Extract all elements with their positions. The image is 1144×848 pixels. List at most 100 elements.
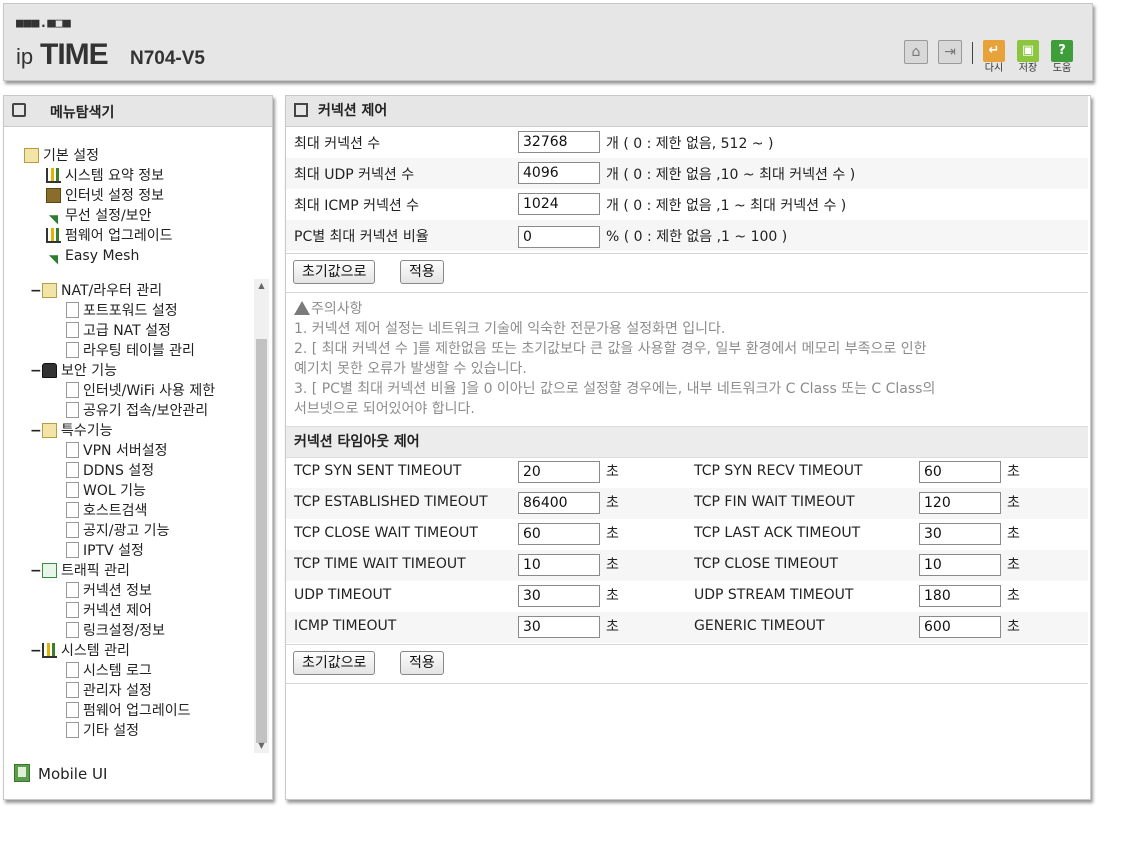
reset-button[interactable]: 초기값으로 xyxy=(293,260,376,284)
tree-security[interactable]: − 보안 기능 xyxy=(30,361,117,381)
max-icmp-connection-input[interactable] xyxy=(518,193,600,215)
brand-time: TIME xyxy=(40,38,109,71)
tree-system[interactable]: − 시스템 관리 xyxy=(30,641,130,661)
page-icon xyxy=(66,342,79,358)
collapse-toggle[interactable]: − xyxy=(30,281,42,301)
tree-item-wol[interactable]: WOL 기능 xyxy=(66,481,146,501)
tree-item-host-search[interactable]: 호스트검색 xyxy=(66,501,147,521)
tree-item-admin-settings[interactable]: 관리자 설정 xyxy=(66,681,152,701)
tree-item-routing-table[interactable]: 라우팅 테이블 관리 xyxy=(66,341,195,361)
tree-item-firmware[interactable]: 펌웨어 업그레이드 xyxy=(46,226,173,246)
save-button[interactable]: ▣ 저장 xyxy=(1016,40,1040,75)
collapse-toggle[interactable]: − xyxy=(30,561,42,581)
limit-row: 최대 UDP 커넥션 수 개 ( 0 : 제한 없음 ,10 ~ 최대 커넥션 … xyxy=(286,158,1088,190)
icmp-timeout-input[interactable] xyxy=(518,616,600,638)
timeout-row: TCP CLOSE WAIT TIMEOUT 초 TCP LAST ACK TI… xyxy=(286,519,1088,551)
tree-item-ddns[interactable]: DDNS 설정 xyxy=(66,461,154,481)
tree-item-notice-ad[interactable]: 공지/광고 기능 xyxy=(66,521,169,541)
tree-basic-settings[interactable]: 기본 설정 xyxy=(24,146,99,166)
page-title: 커넥션 제어 xyxy=(318,103,388,119)
tree-item-system-summary[interactable]: 시스템 요약 정보 xyxy=(46,166,164,186)
tcp-close-timeout-input[interactable] xyxy=(919,554,1001,576)
tcp-syn-sent-timeout-input[interactable] xyxy=(518,461,600,483)
tcp-syn-recv-timeout-input[interactable] xyxy=(919,461,1001,483)
page-icon xyxy=(66,702,79,718)
tree-item-advanced-nat[interactable]: 고급 NAT 설정 xyxy=(66,321,171,341)
tcp-fin-wait-timeout-input[interactable] xyxy=(919,492,1001,514)
tcp-time-wait-timeout-input[interactable] xyxy=(518,554,600,576)
folder-icon xyxy=(42,423,57,438)
apply-button[interactable]: 적용 xyxy=(400,260,444,284)
collapse-toggle[interactable]: − xyxy=(30,421,42,441)
tree-special-features[interactable]: − 특수기능 xyxy=(30,421,113,441)
unit-label: 초 xyxy=(1007,495,1020,511)
help-button[interactable]: ? 도움 xyxy=(1050,40,1074,75)
max-connection-input[interactable] xyxy=(518,131,600,153)
pc-connection-ratio-input[interactable] xyxy=(518,226,600,248)
udp-stream-timeout-input[interactable] xyxy=(919,585,1001,607)
tcp-established-timeout-input[interactable] xyxy=(518,492,600,514)
tree-item-wireless[interactable]: ◥ 무선 설정/보안 xyxy=(46,206,152,226)
unit-label: 초 xyxy=(1007,464,1020,480)
generic-timeout-input[interactable] xyxy=(919,616,1001,638)
note-line: 3. [ PC별 최대 커넥션 비율 ]을 0 이아닌 값으로 설정할 경우에는… xyxy=(294,381,936,397)
mesh-icon: ◥ xyxy=(48,252,59,266)
menu-explorer-header: 메뉴탐색기 xyxy=(4,96,272,127)
mobile-ui-link[interactable]: Mobile UI xyxy=(14,764,107,783)
tree-item-link-settings[interactable]: 링크설정/정보 xyxy=(66,621,165,641)
tree-label: 시스템 로그 xyxy=(83,663,152,679)
folder-icon xyxy=(42,283,57,298)
tree-item-connection-control[interactable]: 커넥션 제어 xyxy=(66,601,152,621)
tree-traffic[interactable]: − 트래픽 관리 xyxy=(30,561,130,581)
help-icon: ? xyxy=(1051,40,1073,62)
field-label: PC별 최대 커넥션 비율 xyxy=(294,229,429,245)
refresh-button[interactable]: ↵ 다시 xyxy=(982,40,1006,75)
scroll-down-icon[interactable]: ▼ xyxy=(254,739,269,753)
tree-label: Easy Mesh xyxy=(65,248,140,264)
udp-timeout-input[interactable] xyxy=(518,585,600,607)
sidebar-scrollbar[interactable]: ▲ ▼ xyxy=(254,279,269,753)
limit-row: 최대 커넥션 수 개 ( 0 : 제한 없음, 512 ~ ) xyxy=(286,127,1088,159)
timeout-section-title: 커넥션 타임아웃 제어 xyxy=(294,434,420,450)
unit-label: 초 xyxy=(1007,526,1020,542)
logout-icon[interactable]: ⇥ xyxy=(938,40,962,64)
tree-label: 시스템 요약 정보 xyxy=(65,168,165,184)
tree-nat-router[interactable]: − NAT/라우터 관리 xyxy=(30,281,162,301)
timeout-row: UDP TIMEOUT 초 UDP STREAM TIMEOUT 초 xyxy=(286,581,1088,613)
tree-item-connection-info[interactable]: 커넥션 정보 xyxy=(66,581,152,601)
tree-item-internet-info[interactable]: 인터넷 설정 정보 xyxy=(46,186,164,206)
tree-label: 커넥션 정보 xyxy=(83,583,152,599)
max-udp-connection-input[interactable] xyxy=(518,162,600,184)
save-label: 저장 xyxy=(1018,63,1038,74)
tree-item-system-log[interactable]: 시스템 로그 xyxy=(66,661,152,681)
scroll-up-icon[interactable]: ▲ xyxy=(254,279,269,293)
collapse-toggle[interactable]: − xyxy=(30,641,42,661)
timeout-row: TCP SYN SENT TIMEOUT 초 TCP SYN RECV TIME… xyxy=(286,457,1088,489)
tcp-close-wait-timeout-input[interactable] xyxy=(518,523,600,545)
tree-item-firmware-upgrade[interactable]: 펌웨어 업그레이드 xyxy=(66,701,191,721)
tree-item-etc-settings[interactable]: 기타 설정 xyxy=(66,721,139,741)
page-icon xyxy=(66,402,79,418)
timeout-label: TCP CLOSE TIMEOUT xyxy=(694,556,839,572)
scrollbar-thumb[interactable] xyxy=(256,339,267,743)
section-header: 커넥션 제어 xyxy=(286,96,1088,127)
timeout-row: TCP ESTABLISHED TIMEOUT 초 TCP FIN WAIT T… xyxy=(286,488,1088,520)
home-icon[interactable]: ⌂ xyxy=(904,40,928,64)
tree-item-port-forward[interactable]: 포트포워드 설정 xyxy=(66,301,178,321)
note-line: 2. [ 최대 커넥션 수 ]를 제한없음 또는 초기값보다 큰 값을 사용할 … xyxy=(294,341,927,357)
timeout-reset-button[interactable]: 초기값으로 xyxy=(293,651,376,675)
tcp-last-ack-timeout-input[interactable] xyxy=(919,523,1001,545)
tree-label: 공유기 접속/보안관리 xyxy=(83,403,209,419)
main-panel: 커넥션 제어 최대 커넥션 수 개 ( 0 : 제한 없음, 512 ~ ) 최… xyxy=(285,95,1091,800)
tree-item-router-access-security[interactable]: 공유기 접속/보안관리 xyxy=(66,401,208,421)
timeout-apply-button[interactable]: 적용 xyxy=(400,651,444,675)
tree-item-iptv[interactable]: IPTV 설정 xyxy=(66,541,144,561)
tree-item-vpn[interactable]: VPN 서버설정 xyxy=(66,441,167,461)
collapse-toggle[interactable]: − xyxy=(30,361,42,381)
tree-item-internet-wifi-limit[interactable]: 인터넷/WiFi 사용 제한 xyxy=(66,381,215,401)
tree-label: 무선 설정/보안 xyxy=(65,208,152,224)
tree-label: 인터넷 설정 정보 xyxy=(65,188,165,204)
tree-item-easy-mesh[interactable]: ◥ Easy Mesh xyxy=(46,246,139,266)
refresh-icon: ↵ xyxy=(983,40,1005,62)
timeout-label: UDP TIMEOUT xyxy=(294,587,392,603)
